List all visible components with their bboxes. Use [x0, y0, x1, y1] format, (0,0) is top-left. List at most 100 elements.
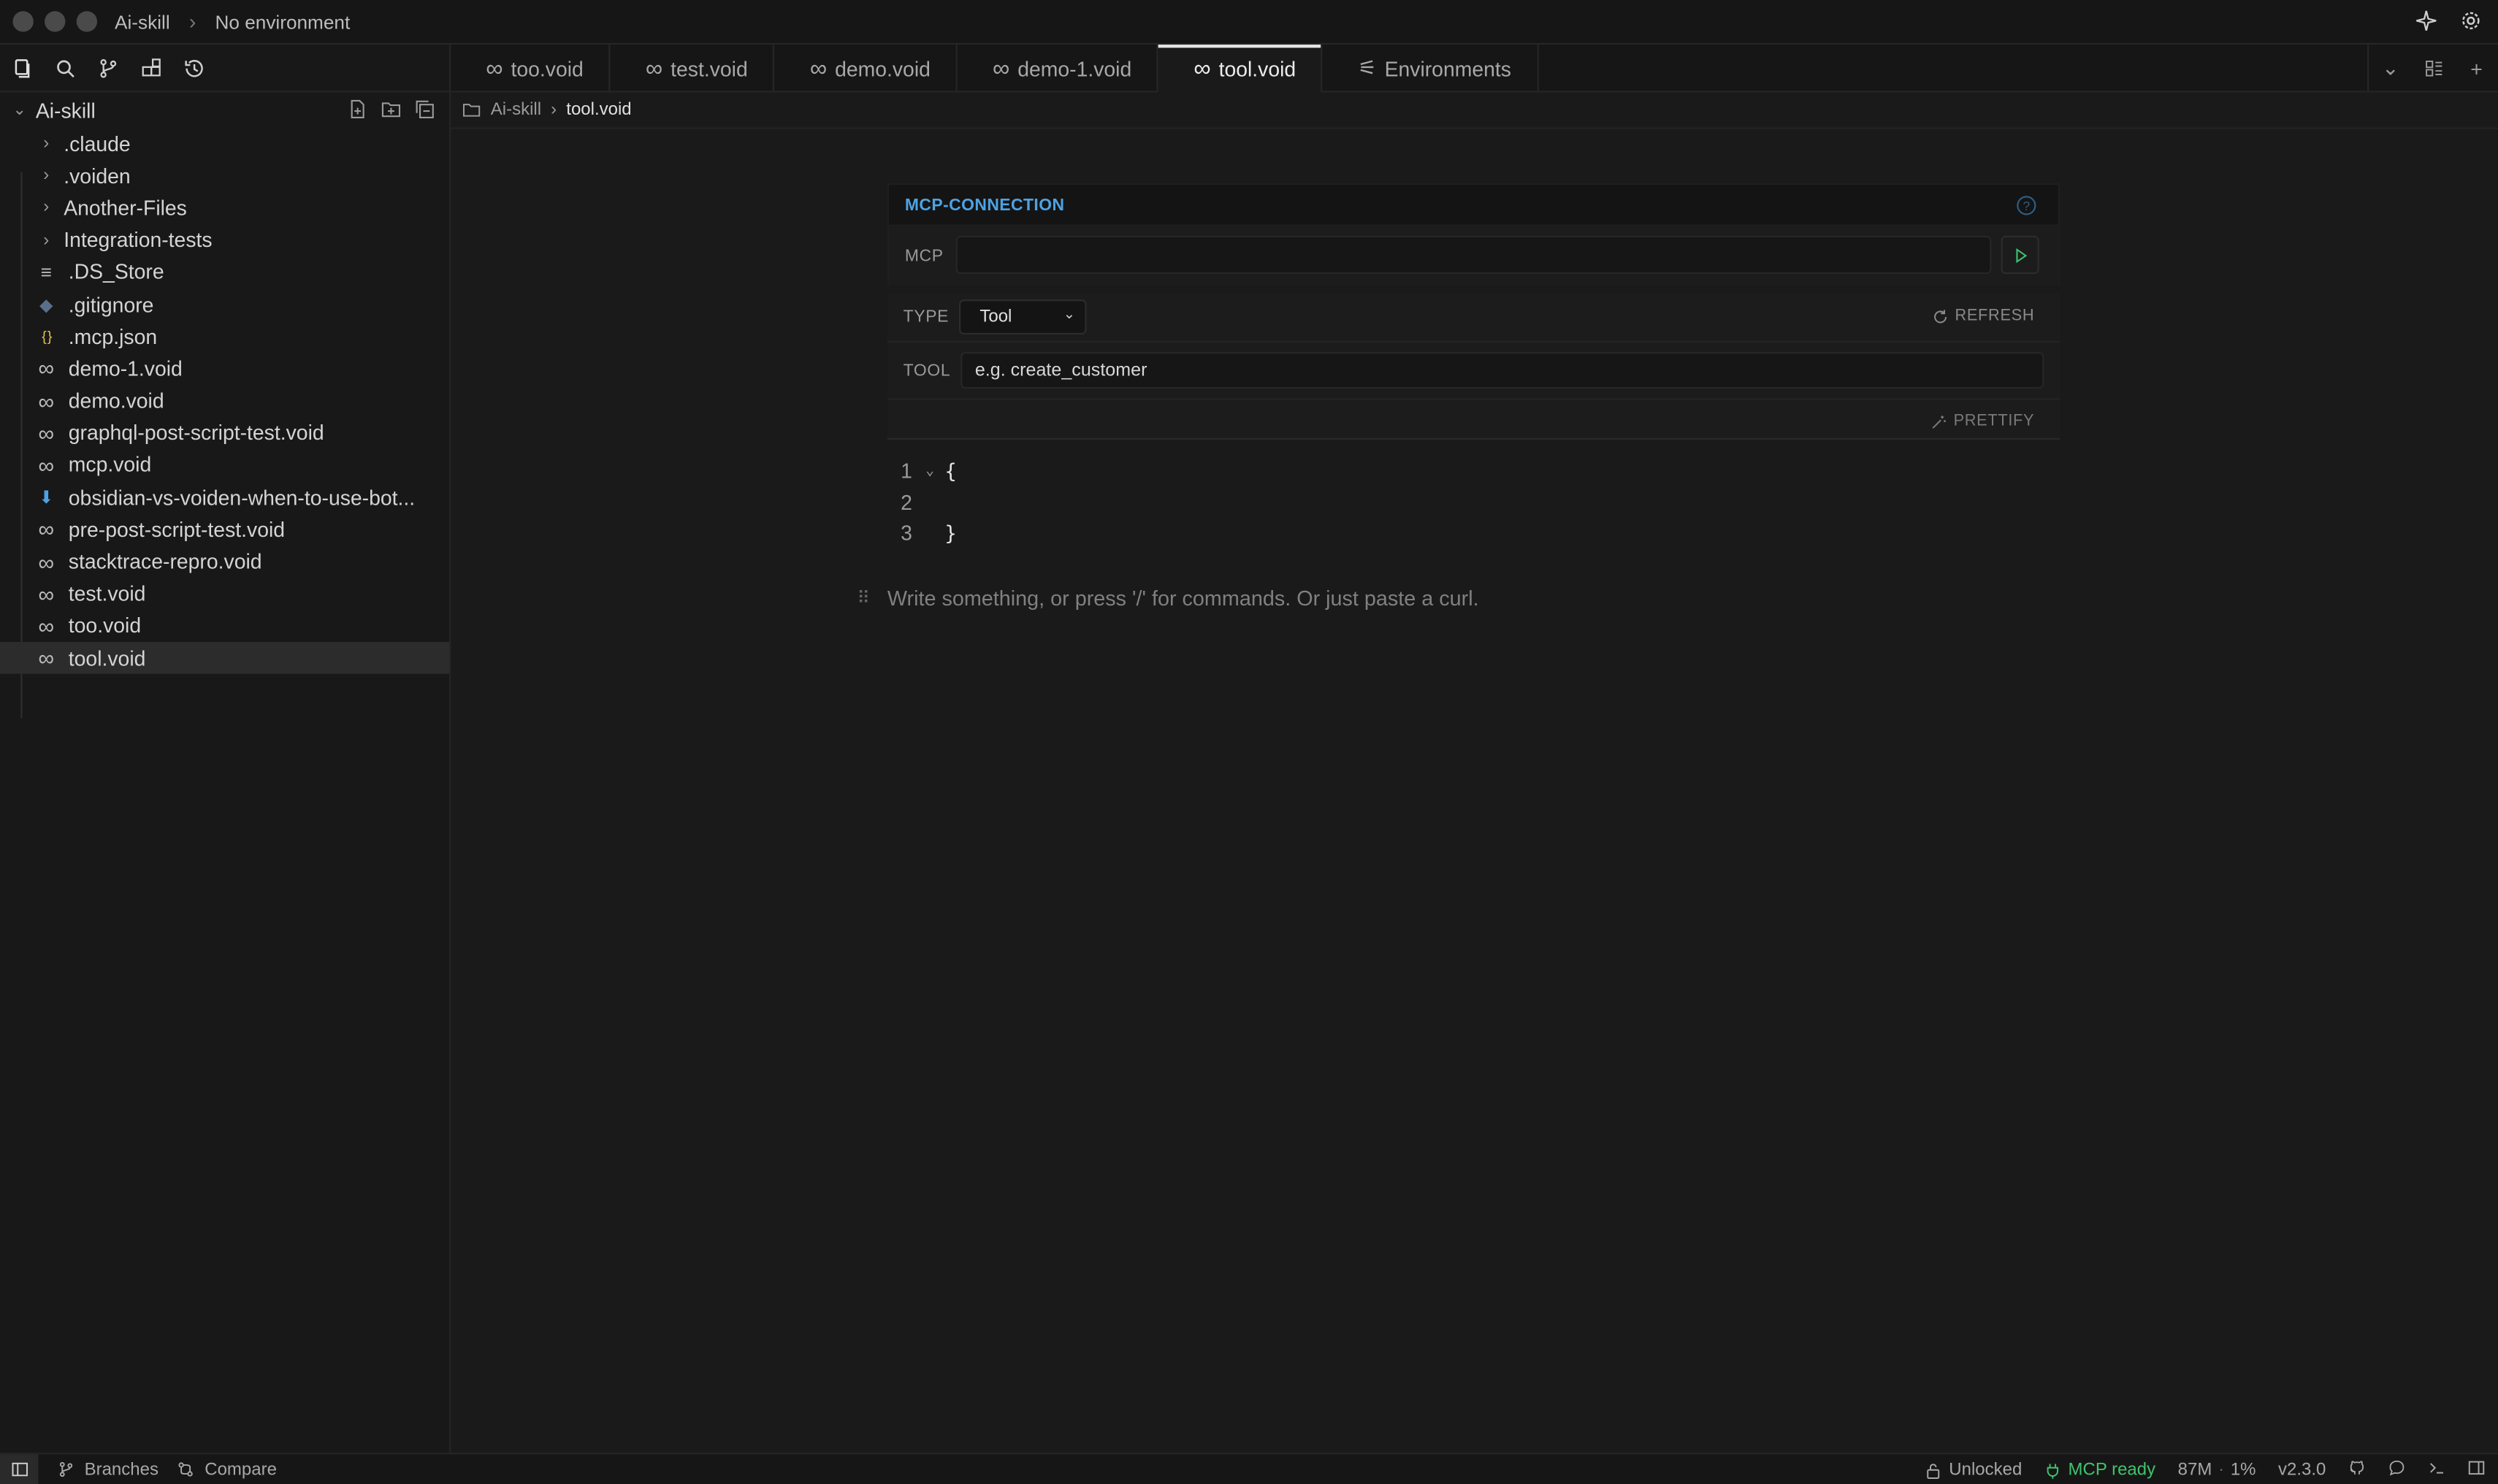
tree-folder[interactable]: › Integration-tests	[0, 224, 449, 256]
infinity-icon: ∞	[486, 55, 503, 83]
project-root[interactable]: ⌄ Ai-skill	[0, 93, 449, 128]
tab-bar: ∞ too.void ∞ test.void ∞ demo.void ∞ demo-1.voi…	[451, 45, 2498, 93]
refresh-button[interactable]: REFRESH	[1933, 307, 2034, 325]
project-name[interactable]: Ai-skill	[115, 10, 170, 33]
fold-chevron-icon[interactable]: ⌄	[925, 463, 941, 479]
code-text: {	[944, 459, 957, 483]
tab-tools: ⌄ +	[2367, 45, 2498, 93]
branches-button[interactable]: Branches	[58, 1460, 158, 1479]
prettify-button[interactable]: PRETTIFY	[1931, 413, 2034, 430]
tree-file[interactable]: ∞ pre-post-script-test.void	[0, 513, 449, 546]
tree-item-label: tool.void	[68, 646, 146, 670]
close-window-button[interactable]	[12, 11, 34, 32]
infinity-icon: ∞	[992, 55, 1010, 83]
tree-file[interactable]: ∞ mcp.void	[0, 449, 449, 481]
collapse-all-icon[interactable]	[414, 99, 435, 124]
tree-folder[interactable]: › .claude	[0, 127, 449, 159]
new-tab-plus-icon[interactable]: +	[2455, 56, 2498, 80]
tab-item[interactable]: ∞ demo-1.void	[958, 45, 1159, 93]
settings-gear-icon[interactable]	[2460, 9, 2483, 39]
mcp-status[interactable]: MCP ready	[2044, 1461, 2155, 1480]
extensions-icon[interactable]	[140, 56, 163, 79]
files-icon[interactable]	[11, 56, 34, 79]
file-tree: › .claude › .voiden › Another-Files › Integrati…	[0, 127, 450, 675]
compare-button[interactable]: Compare	[177, 1460, 277, 1479]
breadcrumb-current[interactable]: tool.void	[566, 100, 631, 119]
search-icon[interactable]	[54, 56, 77, 79]
help-icon[interactable]: ?	[2017, 196, 2036, 215]
infinity-icon: ∞	[38, 388, 55, 414]
tree-file[interactable]: ∞ demo-1.void	[0, 353, 449, 385]
sliders-icon: ⚟	[1358, 56, 1377, 80]
infinity-icon: ∞	[38, 613, 55, 639]
tab-item[interactable]: ⚟ Environments	[1323, 45, 1539, 93]
tree-file[interactable]: ◆ .gitignore	[0, 288, 449, 321]
tree-file[interactable]: ⬇ obsidian-vs-voiden-when-to-use-bot...	[0, 481, 449, 513]
cpu-usage: 1%	[2230, 1461, 2256, 1480]
breadcrumb-root[interactable]: Ai-skill	[491, 100, 541, 119]
tab-item[interactable]: ∞ test.void	[611, 45, 775, 93]
zoom-window-button[interactable]	[76, 11, 98, 32]
tab-list: ∞ too.void ∞ test.void ∞ demo.void ∞ demo-1.voi…	[451, 45, 1539, 93]
lines-file-icon: ≡	[40, 261, 52, 283]
github-icon[interactable]	[2348, 1459, 2366, 1482]
tab-overflow-chevron-icon[interactable]: ⌄	[2369, 56, 2412, 81]
title-actions	[2415, 9, 2483, 39]
mcp-input[interactable]	[955, 235, 1992, 275]
tree-item-label: Integration-tests	[64, 228, 213, 252]
tree-file[interactable]: ∞ graphql-post-script-test.void	[0, 417, 449, 449]
tool-row: TOOL e.g. create_customer	[887, 340, 2060, 399]
new-folder-icon[interactable]	[381, 99, 401, 124]
chat-bubble-icon[interactable]	[2388, 1459, 2405, 1482]
json-braces-icon: { }	[42, 328, 52, 345]
run-button[interactable]	[2001, 235, 2039, 275]
tree-item-label: .DS_Store	[68, 260, 164, 284]
toggle-sidebar-icon[interactable]	[0, 1453, 39, 1484]
tab-item[interactable]: ∞ tool.void	[1158, 45, 1324, 93]
drag-handle-icon[interactable]: ⠿	[857, 588, 873, 608]
type-select[interactable]: Tool ⌄	[959, 299, 1087, 335]
git-branch-icon[interactable]	[97, 56, 120, 79]
tree-file[interactable]: { } .mcp.json	[0, 321, 449, 353]
type-label: TYPE	[903, 307, 950, 327]
tree-file[interactable]: ∞ tool.void	[0, 641, 450, 675]
prettify-row: PRETTIFY	[887, 398, 2060, 440]
status-left: Branches Compare	[0, 1453, 277, 1484]
tree-file[interactable]: ∞ test.void	[0, 578, 449, 610]
refresh-icon	[1934, 309, 1947, 323]
tree-item-label: pre-post-script-test.void	[68, 517, 286, 542]
sidebar: ⌄ Ai-skill › .claude › .voiden › Another-File…	[0, 45, 451, 1453]
toggle-right-panel-icon[interactable]	[2468, 1459, 2486, 1482]
environment-selector[interactable]: No environment	[215, 10, 350, 33]
tree-folder[interactable]: › Another-Files	[0, 192, 449, 224]
tool-input[interactable]: e.g. create_customer	[960, 352, 2044, 389]
json-code-editor[interactable]: 1 ⌄{2 3}	[887, 456, 2060, 549]
infinity-icon: ∞	[38, 420, 55, 446]
editor-placeholder[interactable]: ⠿ Write something, or press '/' for comm…	[857, 586, 1478, 611]
version-label: v2.3.0	[2278, 1461, 2326, 1480]
breadcrumb-separator: ›	[551, 100, 557, 120]
split-layout-icon[interactable]	[2412, 59, 2455, 78]
history-icon[interactable]	[183, 56, 206, 79]
tab-item[interactable]: ∞ too.void	[451, 45, 611, 93]
minimize-window-button[interactable]	[45, 11, 66, 32]
tree-file[interactable]: ≡ .DS_Store	[0, 256, 449, 288]
unlock-icon	[1928, 1463, 1941, 1478]
tree-file[interactable]: ∞ too.void	[0, 610, 449, 642]
terminal-icon[interactable]	[2428, 1459, 2445, 1482]
tab-label: tool.void	[1218, 56, 1296, 81]
lock-status[interactable]: Unlocked	[1925, 1461, 2022, 1480]
tree-file[interactable]: ∞ stacktrace-repro.void	[0, 546, 449, 578]
sidebar-toolbar	[0, 45, 450, 93]
git-diamond-icon: ◆	[39, 295, 53, 315]
tab-item[interactable]: ∞ demo.void	[775, 45, 958, 93]
project-root-label: Ai-skill	[35, 98, 96, 122]
plug-icon	[2047, 1463, 2059, 1478]
resource-usage: 87M · 1%	[2178, 1461, 2256, 1480]
tree-folder[interactable]: › .voiden	[0, 160, 449, 192]
sparkle-icon[interactable]	[2415, 9, 2438, 39]
play-icon	[2015, 247, 2027, 263]
tree-file[interactable]: ∞ demo.void	[0, 385, 449, 417]
code-line: 3}	[887, 518, 2060, 549]
new-file-icon[interactable]	[347, 99, 367, 124]
